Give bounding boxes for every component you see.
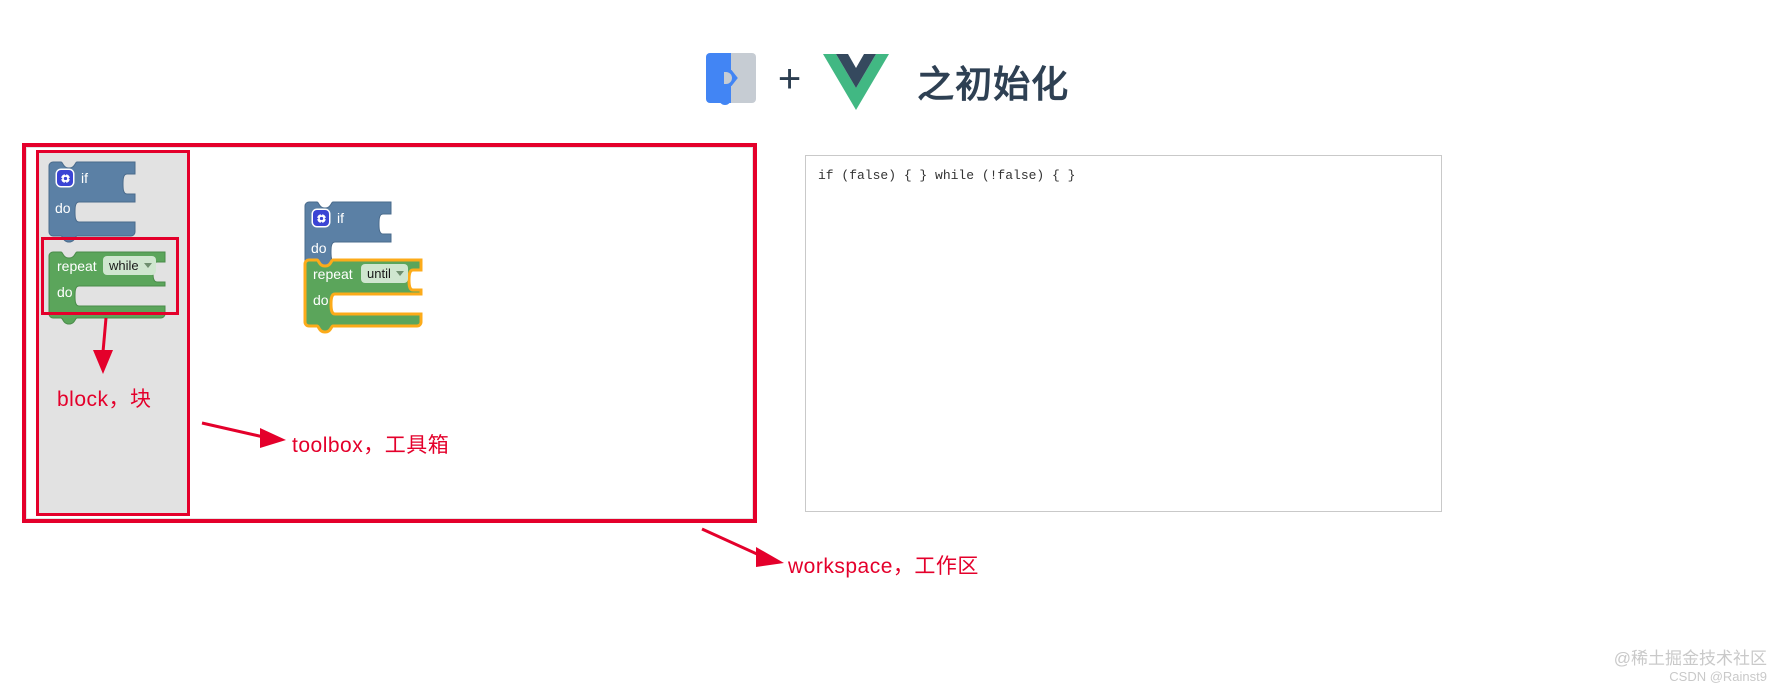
watermark-line-1: @稀土掘金技术社区: [1613, 648, 1767, 668]
block-highlight-box: [41, 237, 179, 315]
watermark: @稀土掘金技术社区 CSDN @Rainst9: [1614, 648, 1767, 686]
workspace-annotation-arrow: [701, 527, 784, 567]
workspace-annotation-label: workspace，工作区: [788, 555, 979, 578]
blockly-logo: [705, 53, 756, 109]
page-title: 之初始化: [917, 64, 1070, 105]
watermark-line-2: CSDN @Rainst9: [1669, 668, 1767, 684]
blockly-logo-tab: [718, 91, 731, 105]
plus-icon: +: [777, 57, 802, 101]
toolbox-annotation-label: toolbox，工具箱: [292, 434, 450, 457]
vue-logo: [823, 52, 890, 110]
generated-code-text: if (false) { } while (!false) { }: [818, 168, 1076, 183]
block-annotation-label: block，块: [57, 388, 152, 411]
toolbox-annotation-arrow: [201, 421, 286, 448]
page-header: + 之初始化: [0, 46, 1775, 116]
generated-code-panel[interactable]: if (false) { } while (!false) { }: [805, 155, 1442, 512]
block-annotation-arrow: [93, 317, 113, 374]
